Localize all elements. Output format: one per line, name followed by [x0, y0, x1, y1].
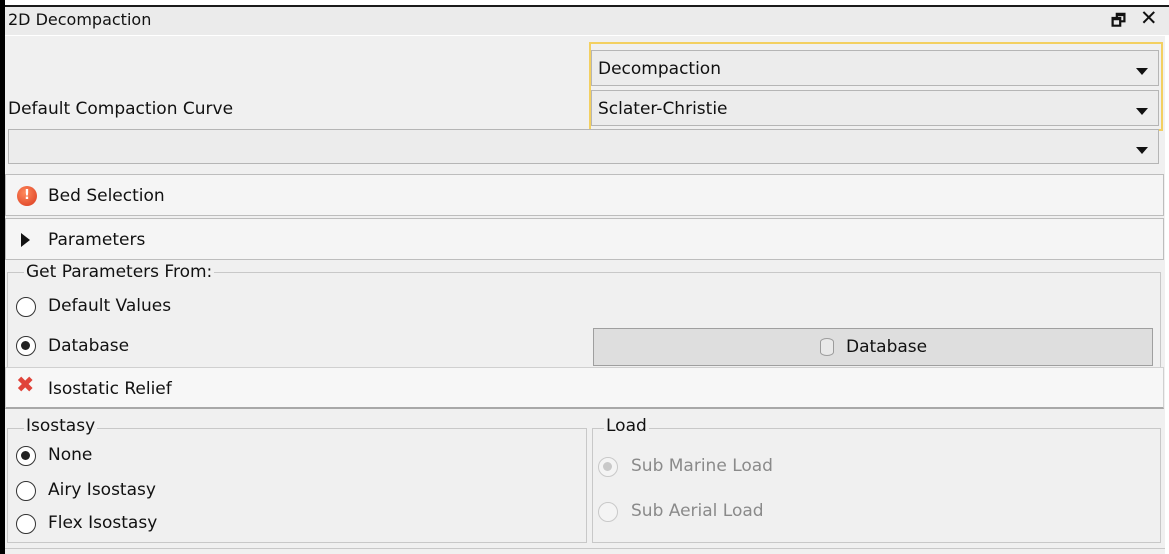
database-icon — [820, 338, 834, 356]
bed-selection-label: Bed Selection — [48, 186, 165, 206]
radio-sub-aerial-load-label[interactable]: Sub Aerial Load — [631, 501, 764, 521]
radio-flex-isostasy[interactable] — [16, 514, 36, 534]
expand-arrow-icon[interactable] — [21, 233, 30, 247]
close-icon[interactable]: ✕ — [1140, 6, 1158, 30]
chevron-down-icon — [1136, 147, 1148, 154]
empty-select[interactable] — [8, 129, 1159, 164]
section-parameters[interactable]: Parameters — [5, 218, 1164, 260]
radio-database-label[interactable]: Database — [48, 336, 129, 356]
radio-default-values[interactable] — [16, 297, 36, 317]
title-bar[interactable]: 2D Decompaction 🗗 ✕ — [5, 5, 1169, 35]
database-button-label: Database — [846, 337, 928, 357]
radio-default-values-label[interactable]: Default Values — [48, 296, 171, 316]
compaction-curve-value: Sclater-Christie — [598, 99, 728, 119]
window-title: 2D Decompaction — [8, 10, 152, 29]
radio-flex-isostasy-label[interactable]: Flex Isostasy — [48, 513, 157, 533]
radio-database[interactable] — [16, 336, 36, 356]
isostasy-title: Isostasy — [24, 416, 98, 436]
isostatic-relief-label: Isostatic Relief — [48, 379, 172, 399]
radio-airy-isostasy-label[interactable]: Airy Isostasy — [48, 480, 156, 500]
compaction-curve-select[interactable]: Sclater-Christie — [591, 90, 1159, 126]
mode-select[interactable]: Decompaction — [591, 50, 1159, 86]
radio-airy-isostasy[interactable] — [16, 481, 36, 501]
load-group — [592, 428, 1161, 543]
restore-dock-icon[interactable]: 🗗 — [1111, 10, 1126, 37]
red-x-icon: ✖ — [16, 373, 35, 398]
compaction-curve-label: Default Compaction Curve — [8, 99, 234, 119]
warning-icon: ! — [17, 186, 37, 206]
database-button[interactable]: Database — [593, 328, 1153, 366]
mode-select-value: Decompaction — [598, 59, 721, 79]
section-bed-selection[interactable]: ! Bed Selection — [5, 174, 1164, 216]
radio-sub-marine-load[interactable] — [598, 457, 618, 477]
load-title: Load — [604, 416, 649, 436]
get-parameters-title: Get Parameters From: — [24, 262, 215, 282]
radio-sub-aerial-load[interactable] — [598, 502, 618, 522]
chevron-down-icon — [1136, 68, 1148, 75]
bottom-divider — [5, 548, 1165, 549]
radio-none-label[interactable]: None — [48, 445, 92, 465]
section-isostatic-relief[interactable]: ✖ Isostatic Relief — [5, 367, 1164, 409]
parameters-label: Parameters — [48, 230, 146, 250]
radio-sub-marine-load-label[interactable]: Sub Marine Load — [631, 456, 773, 476]
radio-none[interactable] — [16, 446, 36, 466]
chevron-down-icon — [1136, 108, 1148, 115]
